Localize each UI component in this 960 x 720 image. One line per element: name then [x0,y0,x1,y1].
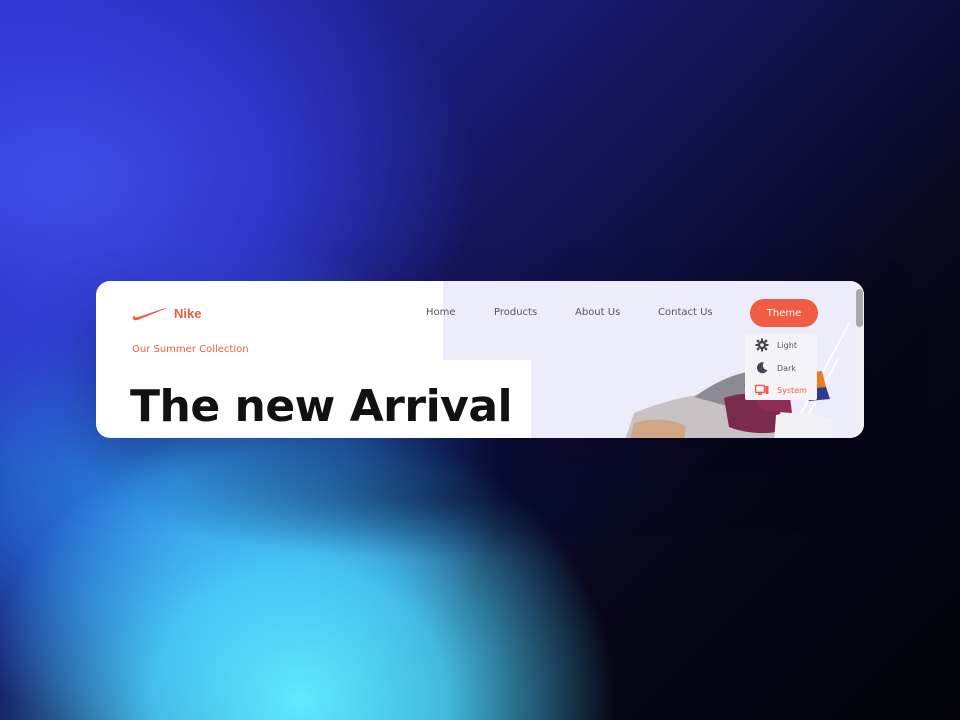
sun-gear-icon [755,338,769,352]
theme-option-label: System [777,385,807,395]
theme-option-label: Dark [777,363,796,373]
theme-option-label: Light [777,340,797,350]
brand-name: Nike [174,305,202,321]
scrollbar-thumb[interactable] [856,289,863,327]
browser-window: Nike Home Products About Us Contact Us T… [96,281,864,438]
theme-option-system[interactable]: System [755,382,807,398]
brand-logo[interactable]: Nike [132,305,201,321]
theme-option-dark[interactable]: Dark [755,360,796,376]
nav-link-home[interactable]: Home [426,307,456,318]
nike-swoosh-icon [132,308,167,321]
nav-link-about-us[interactable]: About Us [575,307,620,318]
theme-dropdown-menu: Light Dark System [745,334,817,400]
nav-link-contact-us[interactable]: Contact Us [658,307,713,318]
theme-option-light[interactable]: Light [755,337,797,353]
nav-link-products[interactable]: Products [494,307,537,318]
monitor-icon [755,384,769,395]
scrollbar[interactable] [855,281,864,438]
moon-icon [756,362,768,374]
hero-tagline: Our Summer Collection [132,344,249,355]
window-shadow [130,440,770,560]
hero-headline: The new Arrival [130,381,513,432]
theme-button[interactable]: Theme [750,299,818,327]
